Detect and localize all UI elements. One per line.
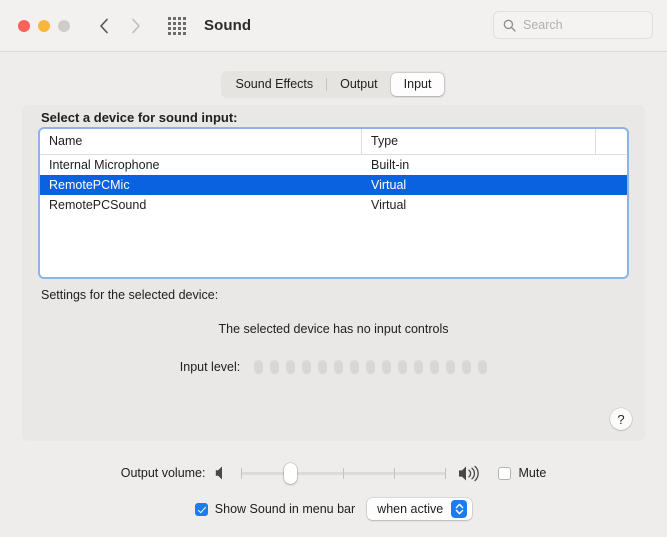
device-type: Virtual [362,195,596,215]
mute-checkbox[interactable] [498,467,511,480]
output-volume-label: Output volume: [121,466,206,480]
mute-checkbox-group[interactable]: Mute [498,466,546,480]
forward-chevron-icon[interactable] [126,15,146,37]
output-volume-slider[interactable] [241,462,446,484]
device-name: Internal Microphone [40,155,362,175]
table-row[interactable]: RemotePCSound Virtual [40,195,627,215]
close-button[interactable] [18,20,30,32]
table-header-row: Name Type [40,129,627,155]
tab-bar: Sound Effects Output Input [0,71,667,98]
column-header-spacer [596,129,627,154]
search-field[interactable] [493,11,653,39]
show-sound-in-menu-bar-label: Show Sound in menu bar [215,502,355,516]
input-level-label: Input level: [180,360,240,374]
column-header-type[interactable]: Type [362,129,596,154]
tab-input[interactable]: Input [391,73,445,96]
window-controls [18,20,70,32]
tab-output[interactable]: Output [327,73,391,96]
search-icon [503,19,516,32]
device-name: RemotePCMic [40,175,362,195]
popup-selected-value: when active [377,502,443,516]
sound-preferences-window: Sound Sound Effects Output Input Select … [0,0,667,537]
titlebar: Sound [0,0,667,52]
slider-knob[interactable] [284,463,297,484]
show-sound-in-menu-bar-checkbox[interactable] [195,503,208,516]
menu-bar-row: Show Sound in menu bar when active [0,498,667,520]
chevron-updown-icon[interactable] [451,500,467,518]
input-level-row: Input level: [22,360,645,374]
tab-sound-effects[interactable]: Sound Effects [223,73,327,96]
zoom-button[interactable] [58,20,70,32]
input-settings-panel: Select a device for sound input: Name Ty… [22,105,645,441]
minimize-button[interactable] [38,20,50,32]
slider-tick [241,468,242,479]
show-all-grid-icon[interactable] [168,17,186,35]
mute-label: Mute [518,466,546,480]
slider-tick [394,468,395,479]
output-volume-row: Output volume: Mute [0,462,667,484]
slider-tick [445,468,446,479]
table-row[interactable]: Internal Microphone Built-in [40,155,627,175]
device-type: Built-in [362,155,596,175]
settings-heading: Settings for the selected device: [41,288,218,302]
panel-heading: Select a device for sound input: [41,110,237,125]
table-row-selected[interactable]: RemotePCMic Virtual [40,175,627,195]
help-button[interactable]: ? [610,408,632,430]
page-title: Sound [204,17,251,34]
menu-bar-visibility-popup[interactable]: when active [367,498,472,520]
input-level-meter [254,360,487,374]
speaker-high-icon [458,465,482,482]
slider-tick [343,468,344,479]
device-table[interactable]: Name Type Internal Microphone Built-in R… [40,129,627,277]
segmented-control: Sound Effects Output Input [221,71,447,98]
column-header-name[interactable]: Name [40,129,362,154]
no-input-controls-message: The selected device has no input control… [22,322,645,336]
navigation-buttons [94,15,146,37]
device-name: RemotePCSound [40,195,362,215]
search-input[interactable] [523,18,633,32]
device-type: Virtual [362,175,596,195]
back-chevron-icon[interactable] [94,15,114,37]
speaker-low-icon [215,465,229,481]
show-sound-checkbox-group[interactable]: Show Sound in menu bar [195,502,355,516]
